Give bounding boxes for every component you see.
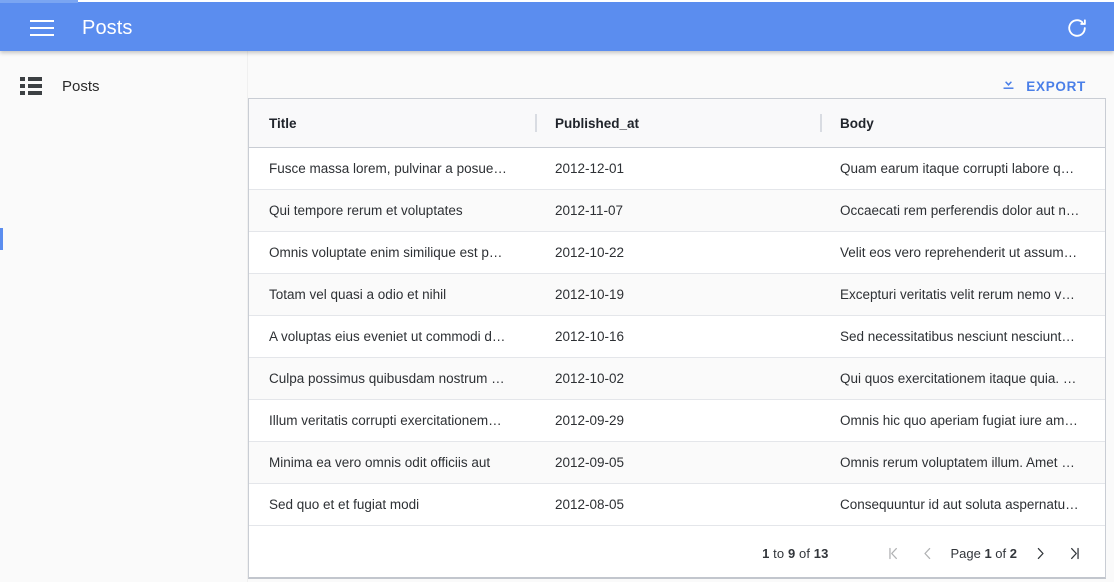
- table-row[interactable]: Illum veritatis corrupti exercitationem……: [249, 400, 1105, 442]
- drawer-resize-handle[interactable]: [0, 228, 3, 250]
- cell-title: A voluptas eius eveniet ut commodi d…: [249, 329, 535, 344]
- range-word-of: of: [799, 546, 810, 561]
- export-button[interactable]: EXPORT: [994, 71, 1092, 101]
- export-label: EXPORT: [1026, 79, 1086, 94]
- content-area: Posts EXPORT Title Published_at Body: [0, 51, 1114, 582]
- table-footer: 1 to 9 of 13 Page 1 of: [249, 529, 1105, 577]
- range-from: 1: [762, 546, 769, 561]
- row-range-text: 1 to 9 of 13: [762, 546, 828, 561]
- page-title: Posts: [62, 78, 100, 95]
- chevron-left-icon[interactable]: [910, 536, 944, 570]
- chevron-right-icon[interactable]: [1023, 536, 1057, 570]
- cell-title: Culpa possimus quibusdam nostrum …: [249, 371, 535, 386]
- range-word-to: to: [773, 546, 784, 561]
- cell-body: Consequuntur id aut soluta aspernatu…: [820, 497, 1105, 512]
- page-word-of: of: [995, 546, 1006, 561]
- cell-body: Excepturi veritatis velit rerum nemo v…: [820, 287, 1105, 302]
- page-current: 1: [984, 546, 991, 561]
- cell-published_at: 2012-08-05: [535, 497, 820, 512]
- page-total: 2: [1010, 546, 1017, 561]
- cell-body: Occaecati rem perferendis dolor aut n…: [820, 203, 1105, 218]
- column-divider[interactable]: [535, 114, 537, 132]
- left-rail: [0, 51, 248, 582]
- progress-bar-track: [78, 0, 1114, 2]
- refresh-icon[interactable]: [1062, 13, 1092, 43]
- cell-title: Minima ea vero omnis odit officiis aut: [249, 455, 535, 470]
- table-row[interactable]: Culpa possimus quibusdam nostrum …2012-1…: [249, 358, 1105, 400]
- table-header-row: Title Published_at Body: [249, 99, 1105, 148]
- page-word: Page: [950, 546, 980, 561]
- table-row[interactable]: Omnis voluptate enim similique est p…201…: [249, 232, 1105, 274]
- cell-published_at: 2012-10-16: [535, 329, 820, 344]
- cell-title: Sed quo et et fugiat modi: [249, 497, 535, 512]
- app-bar: Posts: [0, 5, 1114, 51]
- cell-body: Qui quos exercitationem itaque quia. …: [820, 371, 1105, 386]
- last-page-icon[interactable]: [1057, 536, 1091, 570]
- download-icon: [1000, 75, 1017, 97]
- cell-published_at: 2012-09-29: [535, 413, 820, 428]
- data-table: Title Published_at Body Fusce massa lore…: [248, 98, 1106, 579]
- cell-body: Velit eos vero reprehenderit ut assum…: [820, 245, 1105, 260]
- cell-published_at: 2012-12-01: [535, 161, 820, 176]
- app-title: Posts: [82, 17, 133, 40]
- table-row[interactable]: Minima ea vero omnis odit officiis aut20…: [249, 442, 1105, 484]
- column-header-published-at[interactable]: Published_at: [535, 99, 820, 147]
- hamburger-menu-icon[interactable]: [30, 16, 54, 40]
- table-row[interactable]: Qui tempore rerum et voluptates2012-11-0…: [249, 190, 1105, 232]
- cell-published_at: 2012-10-22: [535, 245, 820, 260]
- cell-body: Omnis hic quo aperiam fugiat iure am…: [820, 413, 1105, 428]
- table-row[interactable]: A voluptas eius eveniet ut commodi d…201…: [249, 316, 1105, 358]
- first-page-icon[interactable]: [876, 536, 910, 570]
- table-row[interactable]: Fusce massa lorem, pulvinar a posue…2012…: [249, 148, 1105, 190]
- cell-published_at: 2012-11-07: [535, 203, 820, 218]
- cell-published_at: 2012-10-19: [535, 287, 820, 302]
- cell-body: Quam earum itaque corrupti labore q…: [820, 161, 1105, 176]
- cell-title: Fusce massa lorem, pulvinar a posue…: [249, 161, 535, 176]
- column-header-body[interactable]: Body: [820, 99, 1105, 147]
- cell-title: Omnis voluptate enim similique est p…: [249, 245, 535, 260]
- view-list-icon: [20, 77, 42, 95]
- column-divider[interactable]: [820, 114, 822, 132]
- range-to: 9: [788, 546, 795, 561]
- cell-published_at: 2012-09-05: [535, 455, 820, 470]
- range-total: 13: [814, 546, 829, 561]
- table-body: Fusce massa lorem, pulvinar a posue…2012…: [249, 148, 1105, 529]
- table-row[interactable]: Sed quo et et fugiat modi2012-08-05Conse…: [249, 484, 1105, 526]
- table-row[interactable]: Totam vel quasi a odio et nihil2012-10-1…: [249, 274, 1105, 316]
- cell-body: Sed necessitatibus nesciunt nesciunt…: [820, 329, 1105, 344]
- cell-body: Omnis rerum voluptatem illum. Amet …: [820, 455, 1105, 470]
- cell-published_at: 2012-10-02: [535, 371, 820, 386]
- loading-progress-bar: [0, 0, 1114, 5]
- progress-bar-fill: [0, 0, 78, 3]
- column-header-title[interactable]: Title: [249, 99, 535, 147]
- cell-title: Illum veritatis corrupti exercitationem…: [249, 413, 535, 428]
- cell-title: Totam vel quasi a odio et nihil: [249, 287, 535, 302]
- page-indicator: Page 1 of 2: [950, 546, 1017, 561]
- cell-title: Qui tempore rerum et voluptates: [249, 203, 535, 218]
